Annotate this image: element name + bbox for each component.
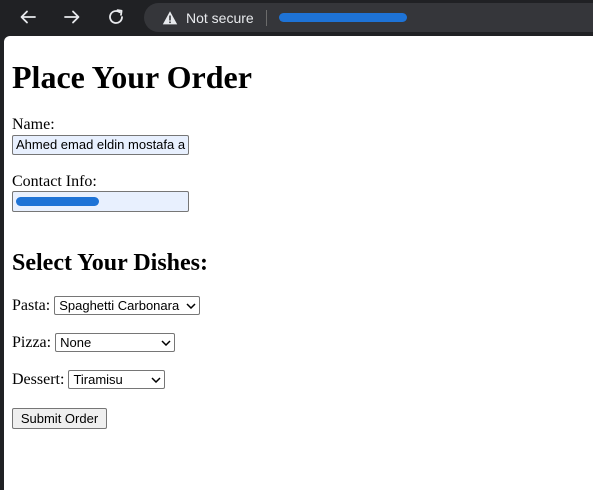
warning-icon[interactable] [162,10,178,26]
forward-arrow-icon [64,10,80,24]
pizza-select[interactable]: None [55,333,176,352]
address-divider [265,9,267,26]
pizza-label: Pizza: [12,333,52,351]
chevron-down-icon [186,302,196,309]
dessert-row: Dessert: Tiramisu [12,370,166,389]
submit-order-button[interactable]: Submit Order [12,408,107,429]
name-label: Name: [12,116,55,133]
contact-input[interactable] [12,191,189,212]
contact-redacted [16,197,99,206]
pasta-select[interactable]: Spaghetti Carbonara [54,296,201,315]
page-content: Place Your Order Name: Ahmed emad eldin … [4,36,593,490]
url-redacted[interactable] [278,13,407,22]
chevron-down-icon [151,376,161,383]
back-button[interactable] [13,3,43,31]
dessert-label: Dessert: [12,370,65,388]
back-arrow-icon [20,10,36,24]
page-title: Place Your Order [12,59,252,95]
pasta-row: Pasta: Spaghetti Carbonara [12,296,201,315]
pizza-selected-value: None [60,335,92,350]
pasta-selected-value: Spaghetti Carbonara [59,298,180,313]
dessert-selected-value: Tiramisu [73,372,123,387]
security-status-text[interactable]: Not secure [186,10,254,26]
dishes-heading: Select Your Dishes: [12,250,208,276]
reload-icon [109,9,123,24]
address-bar[interactable]: Not secure [144,3,593,32]
contact-label: Contact Info: [12,173,97,190]
forward-button[interactable] [57,3,87,31]
reload-button[interactable] [101,3,131,31]
dessert-select[interactable]: Tiramisu [68,370,166,389]
browser-toolbar: Not secure [0,0,593,35]
chevron-down-icon [161,339,171,346]
pasta-label: Pasta: [12,296,51,314]
pizza-row: Pizza: None [12,333,176,352]
name-input[interactable]: Ahmed emad eldin mostafa a [12,135,189,155]
